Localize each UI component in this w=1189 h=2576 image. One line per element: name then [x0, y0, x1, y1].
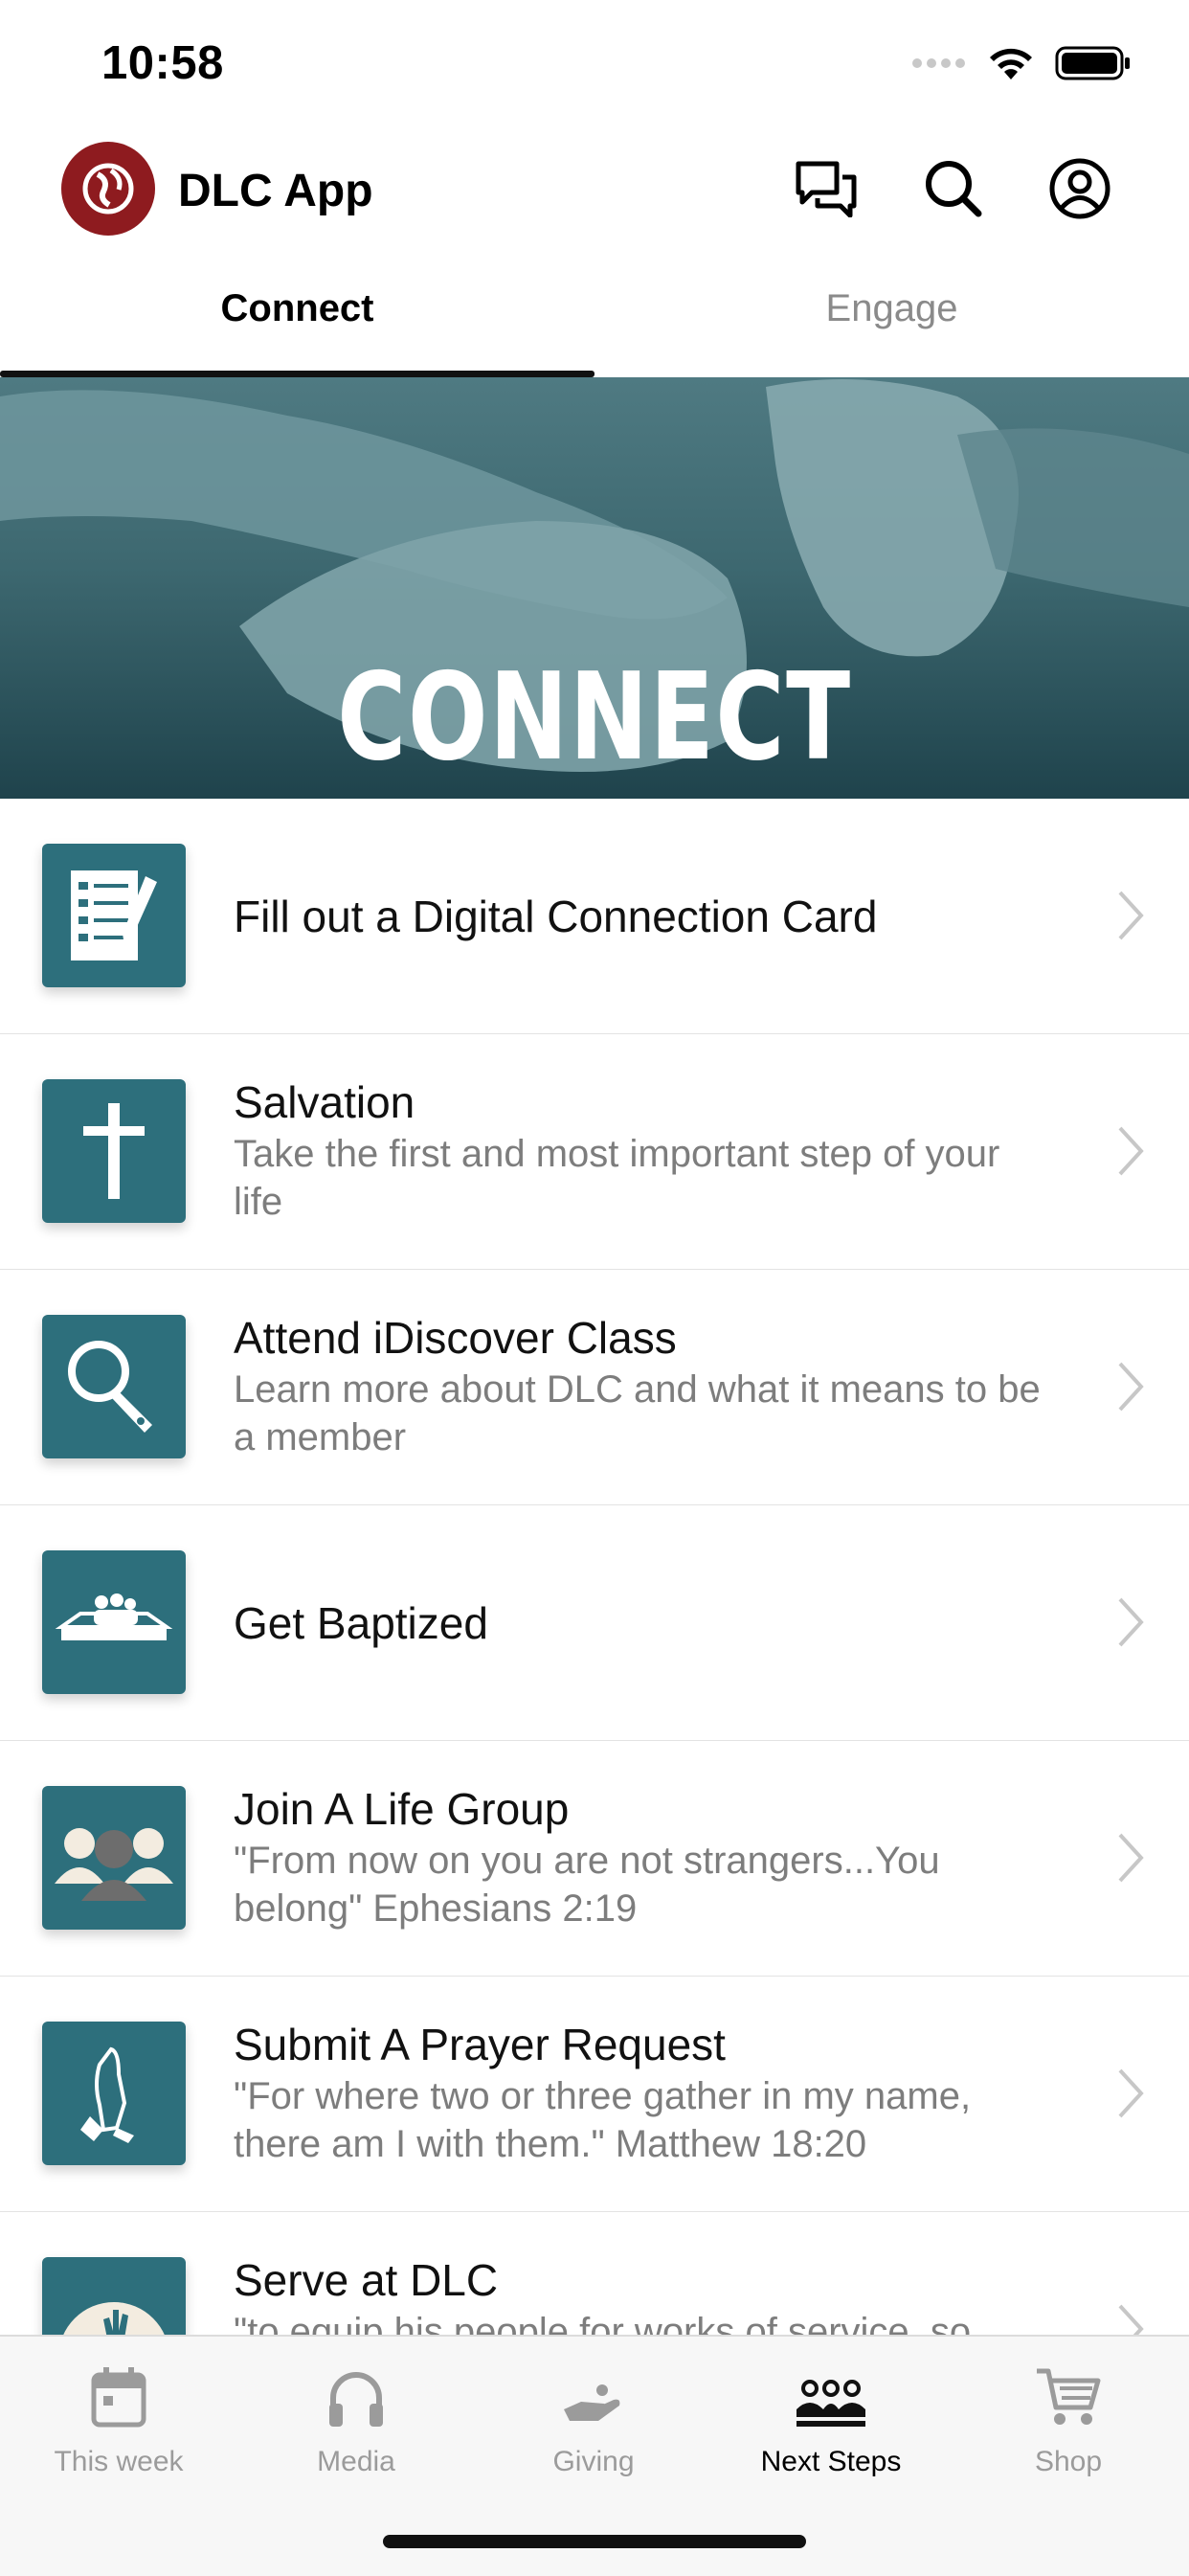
list-item-title: Salvation	[234, 1077, 415, 1127]
chevron-right-icon	[1118, 1126, 1144, 1176]
list-item-title: Serve at DLC	[234, 2255, 499, 2305]
tabbar-label: Next Steps	[760, 2446, 902, 2477]
status-time: 10:58	[101, 37, 224, 89]
headphones-icon	[329, 2372, 383, 2427]
list-item-title: Attend iDiscover Class	[234, 1313, 677, 1363]
chevron-right-icon	[1118, 891, 1144, 940]
globe-logo-icon	[82, 163, 134, 215]
list-item-subtitle: Learn more about DLC and what it means t…	[234, 1368, 1041, 1458]
tab-indicator	[0, 371, 594, 377]
list-item-baptized[interactable]: Get Baptized	[0, 1505, 1189, 1742]
cross-icon	[42, 1079, 186, 1223]
cart-icon	[1037, 2368, 1101, 2425]
chevron-right-icon	[1118, 2068, 1144, 2118]
app-title: DLC App	[178, 166, 373, 216]
status-icons	[911, 44, 1132, 82]
tabbar-label: Media	[317, 2446, 395, 2477]
list-item-subtitle: Take the first and most important step o…	[234, 1133, 1000, 1223]
list-item-subtitle: "For where two or three gather in my nam…	[234, 2075, 972, 2165]
giving-hand-icon	[564, 2384, 620, 2421]
wifi-icon	[990, 48, 1032, 79]
banner-title: CONNECT	[337, 646, 852, 787]
baptism-pool-icon	[42, 1550, 186, 1694]
list-item-title: Get Baptized	[234, 1598, 488, 1648]
app-logo	[61, 142, 155, 236]
chevron-right-icon	[1118, 1597, 1144, 1647]
tabbar-item-next-steps[interactable]: Next Steps	[712, 2358, 950, 2478]
chevron-right-icon	[1118, 1833, 1144, 1883]
list-item-title: Submit A Prayer Request	[234, 2020, 726, 2069]
messages-icon[interactable]	[793, 155, 860, 222]
tabbar-label: Shop	[1034, 2446, 1103, 2477]
tabbar-item-shop[interactable]: Shop	[950, 2358, 1187, 2478]
chevron-right-icon	[1118, 1362, 1144, 1412]
tabbar-item-giving[interactable]: Giving	[475, 2358, 712, 2478]
connection-card-icon	[42, 844, 186, 987]
people-group-icon	[796, 2380, 865, 2427]
list-item-life-group[interactable]: Join A Life Group "From now on you are n…	[0, 1741, 1189, 1977]
calendar-icon	[91, 2367, 146, 2428]
tab-engage[interactable]: Engage	[594, 287, 1189, 330]
list-item-idiscover[interactable]: Attend iDiscover Class Learn more about …	[0, 1270, 1189, 1506]
list-item-connection-card[interactable]: Fill out a Digital Connection Card	[0, 799, 1189, 1035]
tabbar-item-media[interactable]: Media	[237, 2358, 475, 2478]
praying-hands-icon	[42, 2022, 186, 2165]
battery-icon	[1055, 46, 1130, 80]
list-item-prayer-request[interactable]: Submit A Prayer Request "For where two o…	[0, 1977, 1189, 2213]
signal-icon	[912, 58, 965, 68]
list-item-title: Join A Life Group	[234, 1784, 570, 1834]
profile-icon[interactable]	[1046, 155, 1113, 222]
magnifying-glass-icon	[42, 1315, 186, 1458]
list-item-salvation[interactable]: Salvation Take the first and most import…	[0, 1034, 1189, 1271]
tab-connect[interactable]: Connect	[0, 287, 594, 330]
tabbar-item-this-week[interactable]: This week	[0, 2358, 237, 2478]
tabbar-label: This week	[54, 2446, 184, 2477]
group-people-icon	[42, 1786, 186, 1930]
list-item-title: Fill out a Digital Connection Card	[234, 892, 878, 941]
search-icon[interactable]	[920, 155, 987, 222]
list-item-subtitle: "From now on you are not strangers...You…	[234, 1840, 940, 1930]
tabbar-label: Giving	[552, 2446, 635, 2477]
home-indicator	[383, 2535, 806, 2548]
